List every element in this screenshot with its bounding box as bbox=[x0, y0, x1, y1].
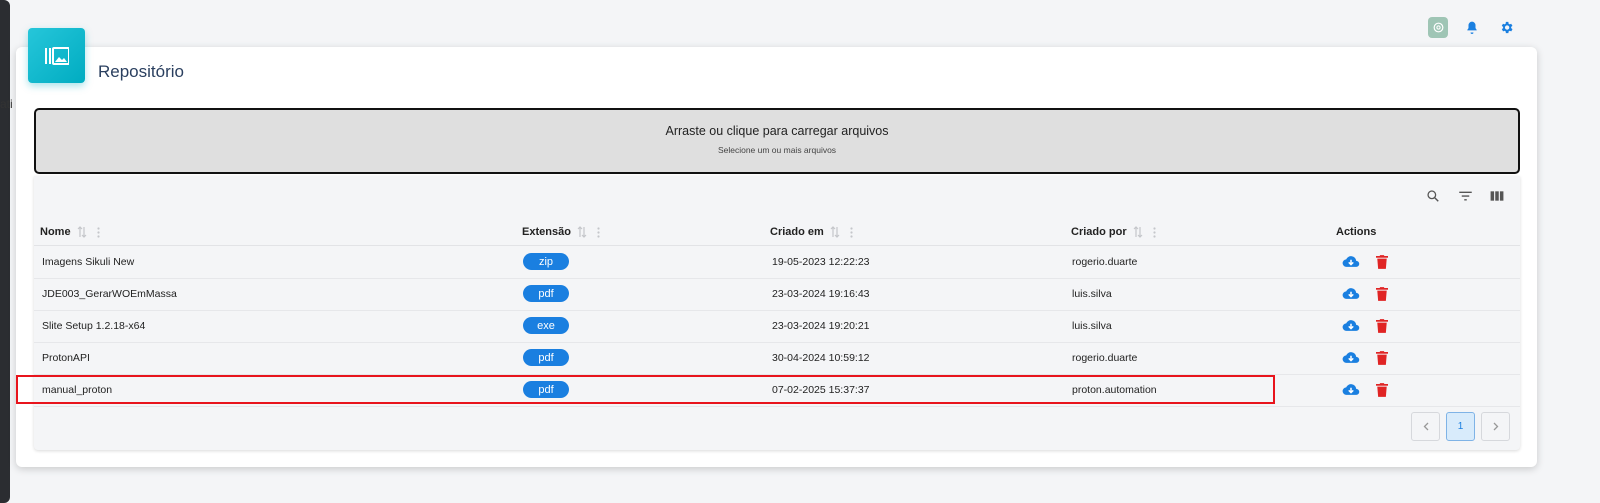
table-row[interactable]: Imagens Sikuli New zip 19-05-2023 12:22:… bbox=[34, 247, 1520, 279]
column-menu-icon[interactable] bbox=[850, 226, 853, 238]
extension-badge: pdf bbox=[523, 381, 569, 398]
next-page-button[interactable] bbox=[1481, 412, 1510, 441]
chatgpt-icon[interactable] bbox=[1428, 16, 1448, 38]
extension-badge: exe bbox=[523, 317, 569, 334]
cell-created-by: luis.silva bbox=[1072, 288, 1112, 300]
extension-badge: pdf bbox=[523, 285, 569, 302]
header-extension-label: Extensão bbox=[522, 226, 571, 238]
header-extension[interactable]: Extensão bbox=[522, 226, 600, 238]
columns-icon[interactable] bbox=[1488, 187, 1506, 205]
sort-icon[interactable] bbox=[577, 226, 587, 238]
dropzone-title: Arraste ou clique para carregar arquivos bbox=[665, 124, 889, 138]
sort-icon[interactable] bbox=[1133, 226, 1143, 238]
cell-created-by: luis.silva bbox=[1072, 320, 1112, 332]
cell-created-by: rogerio.duarte bbox=[1072, 256, 1138, 268]
chevron-right-icon bbox=[1493, 422, 1498, 431]
header-created-by-label: Criado por bbox=[1071, 226, 1127, 238]
sort-icon[interactable] bbox=[77, 226, 87, 238]
file-dropzone[interactable]: Arraste ou clique para carregar arquivos… bbox=[34, 108, 1520, 174]
left-sidebar-edge bbox=[0, 0, 10, 503]
table-toolbar bbox=[1424, 187, 1506, 205]
download-icon[interactable] bbox=[1342, 383, 1360, 397]
repository-card: Repositório Arraste ou clique para carre… bbox=[16, 28, 1537, 467]
table-row[interactable]: ProtonAPI pdf 30-04-2024 10:59:12 rogeri… bbox=[34, 343, 1520, 375]
header-created-at[interactable]: Criado em bbox=[770, 226, 853, 238]
sidebar-partial-text: ati bbox=[0, 97, 12, 111]
trash-icon[interactable] bbox=[1376, 351, 1388, 365]
cell-created-by: proton.automation bbox=[1072, 384, 1157, 396]
trash-icon[interactable] bbox=[1376, 383, 1388, 397]
cell-created-at: 19-05-2023 12:22:23 bbox=[772, 256, 870, 268]
cell-created-at: 23-03-2024 19:20:21 bbox=[772, 320, 870, 332]
gallery-icon bbox=[28, 28, 85, 83]
trash-icon[interactable] bbox=[1376, 255, 1388, 269]
table-header: Nome Extensão Criado em Criado por Actio… bbox=[34, 220, 1520, 246]
page-title: Repositório bbox=[98, 62, 184, 81]
cell-name: Imagens Sikuli New bbox=[42, 256, 135, 268]
header-created-by[interactable]: Criado por bbox=[1071, 226, 1156, 238]
pagination: 1 bbox=[1411, 412, 1510, 441]
table-row[interactable]: manual_proton pdf 07-02-2025 15:37:37 pr… bbox=[34, 375, 1520, 407]
cell-created-at: 23-03-2024 19:16:43 bbox=[772, 288, 870, 300]
table-row[interactable]: JDE003_GerarWOEmMassa pdf 23-03-2024 19:… bbox=[34, 279, 1520, 311]
sort-icon[interactable] bbox=[830, 226, 840, 238]
dropzone-subtitle: Selecione um ou mais arquivos bbox=[717, 145, 837, 155]
search-icon[interactable] bbox=[1424, 187, 1442, 205]
prev-page-button[interactable] bbox=[1411, 412, 1440, 441]
filter-icon[interactable] bbox=[1456, 187, 1474, 205]
chevron-left-icon bbox=[1423, 422, 1428, 431]
cell-name: manual_proton bbox=[42, 384, 113, 396]
bell-icon[interactable] bbox=[1462, 17, 1482, 37]
download-icon[interactable] bbox=[1342, 255, 1360, 269]
gear-icon[interactable] bbox=[1496, 17, 1516, 37]
cell-created-at: 30-04-2024 10:59:12 bbox=[772, 352, 870, 364]
cell-name: Slite Setup 1.2.18-x64 bbox=[42, 320, 146, 332]
files-table: Nome Extensão Criado em Criado por Actio… bbox=[34, 176, 1520, 450]
trash-icon[interactable] bbox=[1376, 287, 1388, 301]
header-name-label: Nome bbox=[40, 226, 71, 238]
download-icon[interactable] bbox=[1342, 319, 1360, 333]
cell-created-at: 07-02-2025 15:37:37 bbox=[772, 384, 870, 396]
column-menu-icon[interactable] bbox=[96, 226, 100, 238]
trash-icon[interactable] bbox=[1376, 319, 1388, 333]
cell-name: JDE003_GerarWOEmMassa bbox=[42, 288, 177, 300]
extension-badge: pdf bbox=[523, 349, 569, 366]
header-created-at-label: Criado em bbox=[770, 226, 824, 238]
column-menu-icon[interactable] bbox=[597, 226, 600, 238]
page-button-1[interactable]: 1 bbox=[1446, 412, 1475, 441]
extension-badge: zip bbox=[523, 253, 569, 270]
column-menu-icon[interactable] bbox=[1153, 226, 1156, 238]
download-icon[interactable] bbox=[1342, 287, 1360, 301]
download-icon[interactable] bbox=[1342, 351, 1360, 365]
topbar-icons bbox=[1428, 16, 1516, 38]
cell-name: ProtonAPI bbox=[42, 352, 90, 364]
table-row[interactable]: Slite Setup 1.2.18-x64 exe 23-03-2024 19… bbox=[34, 311, 1520, 343]
cell-created-by: rogerio.duarte bbox=[1072, 352, 1138, 364]
header-name[interactable]: Nome bbox=[40, 226, 100, 238]
header-actions: Actions bbox=[1336, 226, 1377, 238]
